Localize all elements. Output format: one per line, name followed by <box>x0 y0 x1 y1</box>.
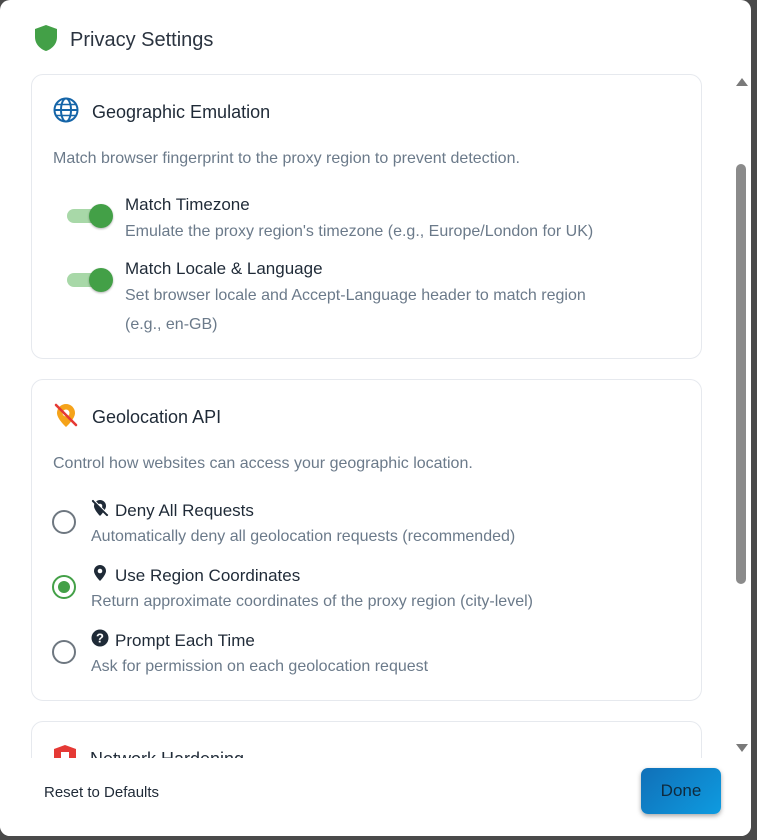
scrollbar-thumb[interactable] <box>736 164 746 584</box>
map-pin-icon <box>91 564 109 587</box>
done-button[interactable]: Done <box>641 768 721 814</box>
radio-selected-dot <box>58 581 70 593</box>
scroll-down-arrow-icon[interactable] <box>736 744 748 752</box>
reset-to-defaults-button[interactable]: Reset to Defaults <box>44 784 159 801</box>
deny-all-radio[interactable] <box>52 510 76 534</box>
match-locale-description-line1: Set browser locale and Accept-Language h… <box>125 287 586 304</box>
geographic-emulation-card: Geographic Emulation Match browser finge… <box>31 74 702 359</box>
use-region-coordinates-radio[interactable] <box>52 575 76 599</box>
shield-red-icon <box>53 744 77 758</box>
prompt-each-time-radio[interactable] <box>52 640 76 664</box>
geographic-emulation-description: Match browser fingerprint to the proxy r… <box>53 150 520 167</box>
network-hardening-title: Network Hardening <box>90 749 244 758</box>
scroll-up-arrow-icon[interactable] <box>736 78 748 86</box>
toggle-knob <box>89 204 113 228</box>
geolocation-api-card: Geolocation API Control how websites can… <box>31 379 702 701</box>
geolocation-api-title: Geolocation API <box>92 407 222 427</box>
deny-all-label: Deny All Requests <box>115 500 254 520</box>
match-timezone-description: Emulate the proxy region's timezone (e.g… <box>125 223 594 240</box>
globe-icon <box>53 97 79 128</box>
geolocation-api-description: Control how websites can access your geo… <box>53 455 473 472</box>
match-locale-toggle[interactable] <box>67 265 115 293</box>
match-locale-description: Set browser locale and Accept-Language h… <box>125 281 586 339</box>
use-region-coordinates-label: Use Region Coordinates <box>115 565 301 585</box>
svg-text:?: ? <box>96 631 104 646</box>
match-locale-description-line2: (e.g., en-GB) <box>125 316 218 333</box>
network-hardening-header: Network Hardening <box>53 744 244 758</box>
prompt-each-time-description: Ask for permission on each geolocation r… <box>91 658 429 675</box>
prompt-each-time-option[interactable]: ? Prompt Each Time <box>91 629 255 652</box>
match-locale-label: Match Locale & Language <box>125 259 323 278</box>
dialog-footer: Reset to Defaults Done <box>0 758 751 836</box>
privacy-settings-dialog: Privacy Settings Geographic Emulation Ma… <box>0 0 751 836</box>
vertical-scrollbar[interactable] <box>733 74 749 758</box>
network-hardening-card: Network Hardening <box>31 721 702 758</box>
shield-icon <box>34 24 58 57</box>
dialog-title: Privacy Settings <box>70 29 214 51</box>
dialog-header: Privacy Settings <box>34 24 213 57</box>
match-timezone-label: Match Timezone <box>125 195 250 214</box>
deny-all-option[interactable]: Deny All Requests <box>91 499 254 522</box>
location-off-icon <box>91 499 109 522</box>
use-region-coordinates-description: Return approximate coordinates of the pr… <box>91 593 533 610</box>
deny-all-description: Automatically deny all geolocation reque… <box>91 528 516 545</box>
match-timezone-toggle[interactable] <box>67 201 115 229</box>
geographic-emulation-title: Geographic Emulation <box>92 102 271 122</box>
location-off-icon <box>53 402 79 433</box>
prompt-each-time-label: Prompt Each Time <box>115 630 255 650</box>
use-region-coordinates-option[interactable]: Use Region Coordinates <box>91 564 300 587</box>
toggle-knob <box>89 268 113 292</box>
question-icon: ? <box>91 629 109 652</box>
geolocation-api-header: Geolocation API <box>53 402 221 433</box>
geographic-emulation-header: Geographic Emulation <box>53 97 270 128</box>
settings-scroll-area[interactable]: Geographic Emulation Match browser finge… <box>0 74 751 758</box>
